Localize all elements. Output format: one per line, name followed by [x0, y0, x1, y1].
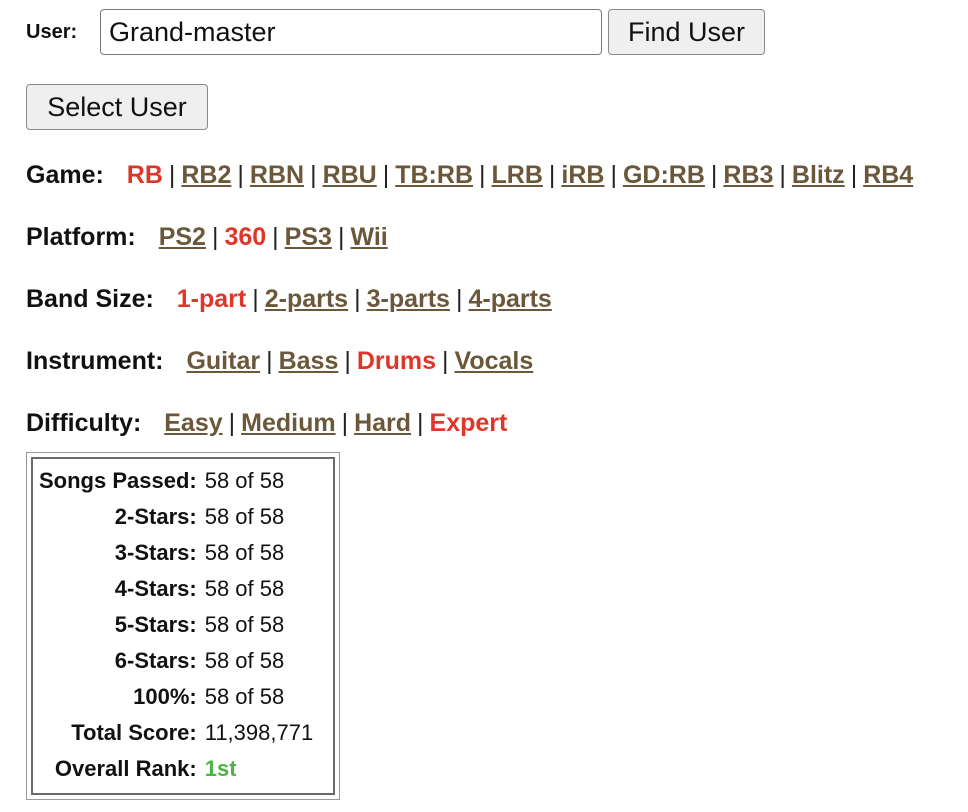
instrument-filter-row: Instrument: Guitar | Bass | Drums | Vocals	[26, 346, 533, 376]
platform-filter-row: Platform: PS2 | 360 | PS3 | Wii	[26, 222, 388, 252]
stat-label: Songs Passed:	[39, 468, 197, 493]
stat-label: 3-Stars:	[114, 540, 197, 565]
option-separator: |	[354, 285, 361, 313]
stat-value: 58 of 58	[204, 684, 285, 709]
stat-label: Total Score:	[71, 720, 197, 745]
game-option-blitz[interactable]: Blitz	[792, 161, 845, 189]
option-separator: |	[610, 161, 617, 189]
option-separator: |	[228, 409, 236, 437]
page: User: Find User Select User Game: RB|RB2…	[0, 0, 968, 812]
difficulty-option-hard[interactable]: Hard	[354, 409, 411, 437]
stat-value: 58 of 58	[204, 612, 285, 637]
option-separator: |	[479, 161, 486, 189]
stat-row-overall-rank: Overall Rank: 1st	[39, 751, 313, 787]
difficulty-option-expert: Expert	[429, 409, 508, 437]
user-input[interactable]	[100, 9, 602, 55]
stat-label: 2-Stars:	[114, 504, 197, 529]
select-user-button[interactable]: Select User	[26, 84, 208, 130]
stat-row-4-stars: 4-Stars: 58 of 58	[39, 571, 313, 607]
stats-panel: Songs Passed: 58 of 58 2-Stars: 58 of 58…	[26, 452, 340, 800]
instrument-option-vocals[interactable]: Vocals	[455, 347, 534, 375]
game-option-rb3[interactable]: RB3	[723, 161, 773, 189]
stat-label: 100%:	[133, 684, 197, 709]
option-separator: |	[344, 347, 351, 375]
overall-rank-value: 1st	[204, 756, 237, 781]
game-option-rb2[interactable]: RB2	[181, 161, 231, 189]
stat-label: 4-Stars:	[114, 576, 197, 601]
stat-value: 58 of 58	[204, 540, 285, 565]
platform-option-wii[interactable]: Wii	[350, 223, 387, 251]
option-separator: |	[310, 161, 317, 189]
game-filter-label: Game:	[26, 161, 104, 189]
stat-row-2-stars: 2-Stars: 58 of 58	[39, 499, 313, 535]
option-separator: |	[455, 285, 463, 313]
option-separator: |	[272, 223, 279, 251]
option-separator: |	[168, 161, 176, 189]
stat-row-6-stars: 6-Stars: 58 of 58	[39, 643, 313, 679]
stat-value: 58 of 58	[204, 576, 285, 601]
stat-row-100-percent: 100%: 58 of 58	[39, 679, 313, 715]
option-separator: |	[341, 409, 349, 437]
total-score-value: 11,398,771	[204, 720, 314, 745]
stat-value: 58 of 58	[204, 648, 285, 673]
stat-label: 5-Stars:	[114, 612, 197, 637]
option-separator: |	[548, 161, 556, 189]
option-separator: |	[252, 285, 259, 313]
option-separator: |	[382, 161, 390, 189]
difficulty-option-medium[interactable]: Medium	[241, 409, 335, 437]
stat-value: 58 of 58	[204, 468, 285, 493]
band-size-filter-row: Band Size: 1-part | 2-parts | 3-parts | 4-part…	[26, 284, 552, 314]
find-user-button[interactable]: Find User	[608, 9, 765, 55]
option-separator: |	[417, 409, 424, 437]
option-separator: |	[337, 223, 345, 251]
platform-option-ps3[interactable]: PS3	[285, 223, 332, 251]
platform-option-ps2[interactable]: PS2	[159, 223, 206, 251]
game-option-rb: RB	[126, 161, 163, 189]
stat-row-5-stars: 5-Stars: 58 of 58	[39, 607, 313, 643]
difficulty-filter-row: Difficulty: Easy | Medium | Hard | Expert	[26, 408, 507, 438]
difficulty-filter-label: Difficulty:	[26, 409, 142, 437]
instrument-option-guitar[interactable]: Guitar	[186, 347, 260, 375]
instrument-option-bass[interactable]: Bass	[279, 347, 339, 375]
user-label: User:	[26, 20, 78, 43]
band-size-option-1-part: 1-part	[176, 285, 247, 313]
band-size-option-3-parts[interactable]: 3-parts	[367, 285, 450, 313]
game-option-rbu[interactable]: RBU	[323, 161, 377, 189]
option-separator: |	[442, 347, 449, 375]
stat-row-total-score: Total Score: 11,398,771	[39, 715, 313, 751]
game-filter-row: Game: RB | RB2 | RBN | RBU | TB:RB | LRB | iRB | GD:RB…	[26, 160, 913, 190]
game-option-lrb[interactable]: LRB	[492, 161, 543, 189]
band-size-filter-label: Band Size:	[26, 285, 154, 313]
band-size-option-2-parts[interactable]: 2-parts	[265, 285, 348, 313]
stats-panel-inner: Songs Passed: 58 of 58 2-Stars: 58 of 58…	[31, 457, 335, 795]
instrument-filter-label: Instrument:	[26, 347, 164, 375]
band-size-option-4-parts[interactable]: 4-parts	[468, 285, 551, 313]
game-option-irb[interactable]: iRB	[561, 161, 604, 189]
stat-row-songs-passed: Songs Passed: 58 of 58	[39, 463, 313, 499]
option-separator: |	[850, 161, 858, 189]
stat-label: 6-Stars:	[114, 648, 197, 673]
instrument-option-drums: Drums	[356, 347, 437, 375]
platform-option-360: 360	[224, 223, 267, 251]
stat-value: 58 of 58	[204, 504, 285, 529]
difficulty-option-easy[interactable]: Easy	[164, 409, 222, 437]
game-option-rbn[interactable]: RBN	[250, 161, 304, 189]
platform-filter-label: Platform:	[26, 223, 136, 251]
game-option-gd-rb[interactable]: GD:RB	[623, 161, 705, 189]
option-separator: |	[237, 161, 244, 189]
stat-row-3-stars: 3-Stars: 58 of 58	[39, 535, 313, 571]
game-option-rb4[interactable]: RB4	[863, 161, 913, 189]
stats-table: Songs Passed: 58 of 58 2-Stars: 58 of 58…	[39, 463, 313, 787]
user-search-row: User: Find User	[26, 8, 765, 56]
option-separator: |	[710, 161, 718, 189]
option-separator: |	[779, 161, 786, 189]
stat-label: Overall Rank:	[54, 756, 197, 781]
option-separator: |	[211, 223, 219, 251]
game-option-tb-rb[interactable]: TB:RB	[395, 161, 473, 189]
option-separator: |	[266, 347, 273, 375]
